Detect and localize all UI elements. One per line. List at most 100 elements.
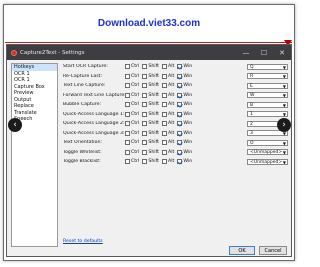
- ctrl-checkbox[interactable]: [125, 140, 130, 145]
- win-label: Win: [183, 102, 193, 107]
- ctrl-label: Ctrl: [131, 102, 140, 107]
- win-label: Win: [183, 83, 193, 88]
- ctrl-label: Ctrl: [131, 64, 140, 69]
- alt-checkbox[interactable]: [162, 121, 167, 126]
- alt-checkbox[interactable]: [162, 149, 167, 155]
- key-select[interactable]: <Unmapped> ▼: [247, 158, 288, 165]
- ctrl-checkbox[interactable]: [125, 102, 130, 107]
- hotkey-row: Text Orientation: Ctrl Shift Alt Win O ▼: [63, 139, 289, 146]
- shift-label: Shift: [148, 64, 159, 69]
- hotkey-row: Start OCR Capture: Ctrl Shift Alt Win Q ▼: [63, 63, 289, 70]
- key-select[interactable]: E ▼: [247, 82, 288, 89]
- shift-checkbox[interactable]: [142, 111, 148, 117]
- alt-checkbox[interactable]: [162, 92, 167, 98]
- ctrl-checkbox[interactable]: [125, 73, 130, 79]
- ctrl-checkbox[interactable]: [125, 92, 130, 98]
- alt-checkbox[interactable]: [162, 102, 167, 107]
- key-select[interactable]: 1 ▼: [247, 111, 288, 117]
- alt-checkbox[interactable]: [162, 140, 167, 145]
- key-select-value: 3: [250, 131, 253, 136]
- key-select[interactable]: R ▼: [247, 73, 288, 79]
- hotkey-label: Re-Capture Last:: [63, 73, 103, 79]
- win-checkbox[interactable]: [177, 121, 183, 126]
- minimize-button[interactable]: —: [237, 45, 255, 60]
- key-select-value: O: [250, 140, 254, 146]
- watermark-banner: Download.viet33.com: [5, 6, 293, 40]
- title-bar[interactable]: Capture2Text - Settings — ☐ ✕: [7, 45, 291, 60]
- shift-label: Shift: [148, 159, 159, 164]
- win-checkbox[interactable]: [177, 149, 183, 155]
- key-select-value: R: [250, 74, 254, 79]
- key-select-value: B: [250, 102, 254, 108]
- alt-checkbox[interactable]: [162, 73, 167, 79]
- hotkey-label: Quick-Access Language 3:: [63, 130, 125, 136]
- shift-checkbox[interactable]: [142, 149, 148, 155]
- shift-label: Shift: [148, 149, 159, 155]
- next-arrow-button[interactable]: ›: [277, 118, 291, 132]
- ctrl-checkbox[interactable]: [125, 83, 130, 88]
- key-select-value: E: [250, 83, 253, 89]
- banner-text: Download.viet33.com: [97, 17, 201, 29]
- alt-checkbox[interactable]: [162, 159, 167, 164]
- key-select[interactable]: B ▼: [247, 101, 288, 108]
- win-checkbox[interactable]: [177, 92, 183, 98]
- reset-defaults-link[interactable]: Reset to defaults: [63, 239, 103, 244]
- shift-label: Shift: [148, 111, 159, 117]
- shift-checkbox[interactable]: [142, 140, 148, 145]
- shift-checkbox[interactable]: [142, 121, 148, 126]
- ctrl-checkbox[interactable]: [125, 130, 130, 136]
- win-label: Win: [183, 130, 193, 136]
- hotkey-label: Forward Text Line Capture:: [63, 92, 125, 98]
- shift-checkbox[interactable]: [142, 64, 148, 69]
- shift-checkbox[interactable]: [142, 73, 148, 79]
- key-select[interactable]: Q ▼: [247, 63, 288, 70]
- key-select[interactable]: O ▼: [247, 139, 288, 146]
- maximize-button[interactable]: ☐: [255, 45, 273, 60]
- prev-arrow-button[interactable]: ‹: [8, 118, 22, 132]
- key-select-value: W: [250, 93, 255, 98]
- ctrl-label: Ctrl: [131, 111, 140, 117]
- win-checkbox[interactable]: [177, 111, 183, 117]
- win-checkbox[interactable]: [177, 64, 183, 69]
- win-checkbox[interactable]: [177, 83, 183, 88]
- window-controls: — ☐ ✕: [237, 45, 291, 60]
- ctrl-checkbox[interactable]: [125, 111, 130, 117]
- win-checkbox[interactable]: [177, 73, 183, 79]
- win-label: Win: [183, 121, 193, 126]
- ctrl-label: Ctrl: [131, 92, 140, 98]
- shift-label: Shift: [148, 73, 159, 79]
- hotkey-row: Text Line Capture: Ctrl Shift Alt Win E ▼: [63, 82, 289, 89]
- ok-button[interactable]: OK: [229, 246, 255, 255]
- key-select[interactable]: <Unmapped> ▼: [247, 149, 288, 155]
- win-checkbox[interactable]: [177, 130, 183, 136]
- win-checkbox[interactable]: [177, 159, 183, 164]
- shift-checkbox[interactable]: [142, 102, 148, 107]
- alt-checkbox[interactable]: [162, 130, 167, 136]
- shift-label: Shift: [148, 121, 159, 126]
- ctrl-checkbox[interactable]: [125, 121, 130, 126]
- key-select-value: Q: [250, 64, 254, 70]
- shift-checkbox[interactable]: [142, 159, 148, 164]
- shift-checkbox[interactable]: [142, 92, 148, 98]
- cancel-button[interactable]: Cancel: [259, 246, 287, 255]
- chevron-down-icon: ▼: [282, 150, 286, 155]
- win-label: Win: [183, 64, 193, 69]
- chevron-down-icon: ▼: [282, 159, 286, 165]
- shift-checkbox[interactable]: [142, 83, 148, 88]
- ctrl-checkbox[interactable]: [125, 149, 130, 155]
- ctrl-checkbox[interactable]: [125, 159, 130, 164]
- shift-label: Shift: [148, 83, 159, 88]
- close-button[interactable]: ✕: [273, 45, 291, 60]
- key-select-value: <Unmapped>: [250, 159, 283, 165]
- hotkey-label: Toggle Whitelist:: [63, 149, 102, 155]
- win-checkbox[interactable]: [177, 140, 183, 145]
- alt-checkbox[interactable]: [162, 83, 167, 88]
- win-checkbox[interactable]: [177, 102, 183, 107]
- alt-label: Alt: [168, 102, 175, 107]
- ctrl-checkbox[interactable]: [125, 64, 130, 69]
- alt-checkbox[interactable]: [162, 111, 167, 117]
- alt-checkbox[interactable]: [162, 64, 167, 69]
- shift-checkbox[interactable]: [142, 130, 148, 136]
- key-select[interactable]: W ▼: [247, 92, 288, 98]
- hotkey-row: Re-Capture Last: Ctrl Shift Alt Win R ▼: [63, 73, 289, 80]
